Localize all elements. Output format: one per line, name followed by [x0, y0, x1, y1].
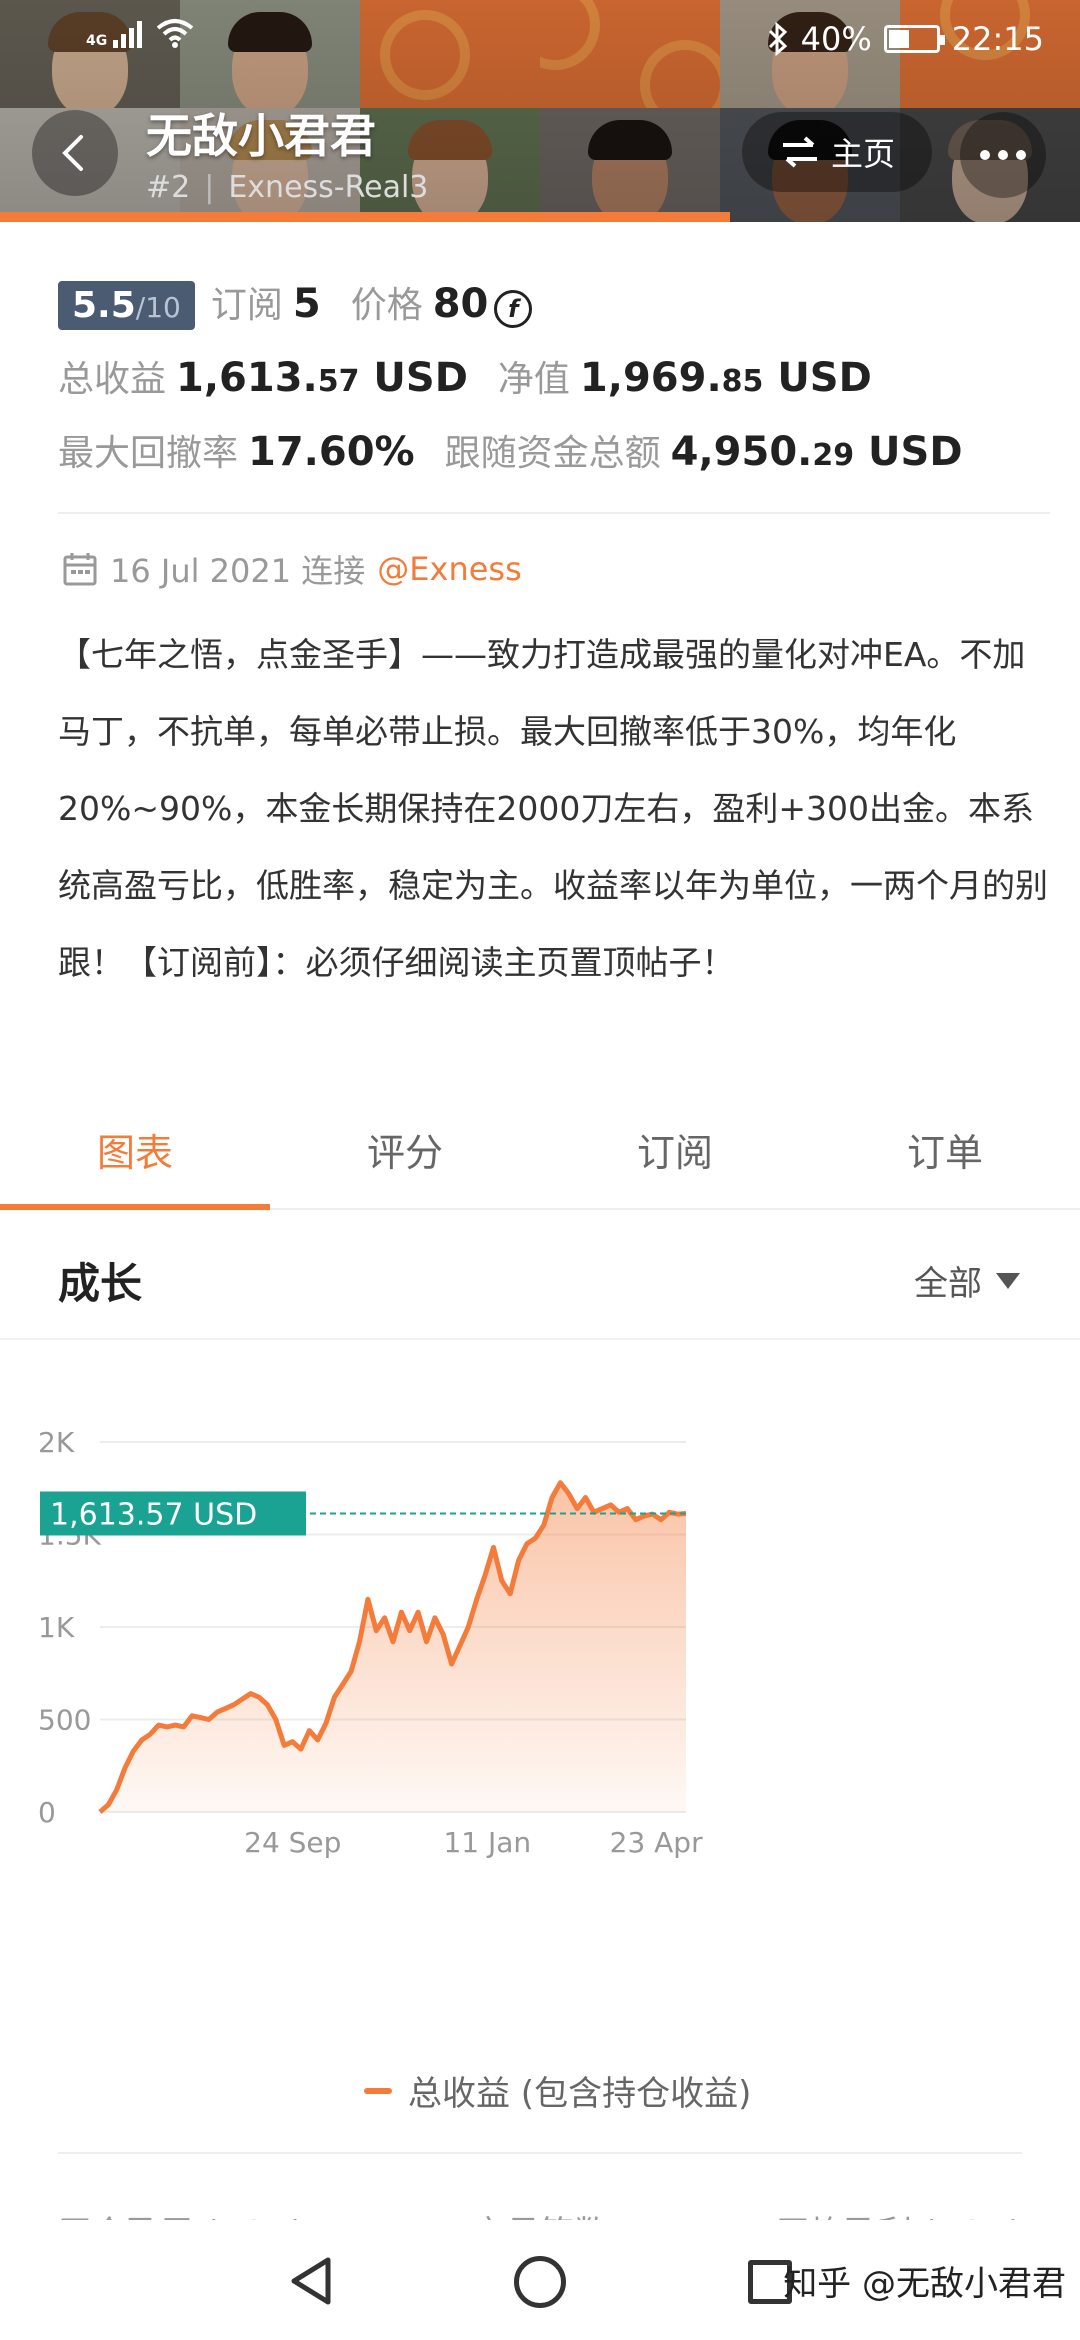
- divider: [58, 512, 1050, 514]
- clock: 22:15: [951, 20, 1044, 58]
- signal-icon: [113, 18, 143, 48]
- price-value: 80: [432, 281, 489, 327]
- equity-value: 1,969.85 USD: [579, 355, 872, 401]
- subscribe-label: 订阅: [210, 285, 283, 326]
- network-type: 4G: [86, 33, 108, 49]
- y-tick-label: 500: [38, 1704, 91, 1737]
- follow-funds-value: 4,950.29 USD: [670, 429, 963, 475]
- total-profit-label: 总收益: [58, 359, 167, 400]
- profile-header: 4G 40% 22:15 无敌小君君 #2 | Exness-Real3 主页: [0, 0, 1080, 222]
- total-profit-value: 1,613.57 USD: [176, 355, 468, 401]
- legend-label: 总收益 (包含持仓收益): [408, 2074, 752, 2114]
- connect-date: 16 Jul 2021 连接: [110, 552, 366, 590]
- y-tick-label: 0: [38, 1796, 56, 1829]
- chevron-left-icon: [62, 135, 83, 171]
- drawdown-value: 17.60%: [248, 429, 415, 475]
- tab-subscribe[interactable]: 订阅: [540, 1112, 810, 1208]
- price-label: 价格: [350, 285, 423, 326]
- drawdown-label: 最大回撤率: [58, 433, 239, 474]
- dropdown-arrow-icon: [996, 1272, 1020, 1289]
- calendar-icon: [63, 553, 97, 586]
- growth-chart[interactable]: 05001K1.5K2K 24 Sep11 Jan23 Apr 1,613.57…: [0, 1360, 1080, 2060]
- current-value-label: 1,613.57 USD: [50, 1497, 257, 1532]
- tab-chart[interactable]: 图表: [0, 1112, 270, 1210]
- drawdown-row: 最大回撤率 17.60% 跟随资金总额 4,950.29 USD: [58, 424, 1048, 498]
- growth-chart-svg: 05001K1.5K2K 24 Sep11 Jan23 Apr 1,613.57…: [38, 1426, 703, 1859]
- nav-back-icon[interactable]: [288, 2256, 336, 2306]
- tab-bar: 图表 评分 订阅 订单: [0, 1112, 1080, 1210]
- tab-orders[interactable]: 订单: [810, 1112, 1080, 1208]
- subscribe-count: 5: [292, 281, 321, 327]
- range-value: 全部: [914, 1264, 982, 1304]
- header-accent-bar: [0, 212, 730, 222]
- x-tick-label: 11 Jan: [443, 1826, 531, 1859]
- swap-arrows-icon: [782, 136, 817, 168]
- stats-panel: 5.5 /10 订阅 5 价格 80 f 总收益 1,613.57 USD 净值…: [58, 276, 1048, 498]
- rating-badge: 5.5 /10: [58, 281, 195, 330]
- bluetooth-icon: [768, 22, 787, 56]
- watermark: 知乎 @无敌小君君: [783, 2264, 1066, 2304]
- account-label: Exness-Real3: [228, 170, 429, 205]
- connection-meta: 16 Jul 2021 连接 @Exness: [62, 546, 522, 592]
- profile-name: 无敌小君君: [146, 109, 376, 163]
- rating-row: 5.5 /10 订阅 5 价格 80 f: [58, 276, 1048, 350]
- more-options-button[interactable]: [960, 112, 1046, 198]
- back-button[interactable]: [32, 110, 118, 196]
- x-tick-label: 23 Apr: [610, 1826, 703, 1859]
- broker-link[interactable]: @Exness: [377, 550, 521, 588]
- chart-legend: 总收益 (包含持仓收益): [364, 2066, 751, 2115]
- section-title: 成长: [58, 1259, 143, 1308]
- range-dropdown[interactable]: 全部: [914, 1256, 1020, 1305]
- equity-label: 净值: [497, 359, 570, 400]
- system-nav-bar: 知乎 @无敌小君君: [0, 2220, 1080, 2340]
- strategy-description: 【七年之悟，点金圣手】——致力打造成最强的量化对冲EA。不加马丁，不抗单，每单必…: [58, 635, 1048, 982]
- battery-icon: [883, 25, 945, 53]
- wifi-icon: [156, 19, 194, 48]
- x-tick-label: 24 Sep: [244, 1826, 341, 1859]
- home-button-label: 主页: [830, 135, 895, 173]
- profit-row: 总收益 1,613.57 USD 净值 1,969.85 USD: [58, 350, 1048, 424]
- nav-home-icon[interactable]: [514, 2256, 566, 2308]
- y-tick-label: 2K: [38, 1426, 75, 1459]
- app-screen: 4G 40% 22:15 无敌小君君 #2 | Exness-Real3 主页 …: [0, 0, 1080, 2340]
- home-button[interactable]: 主页: [742, 112, 932, 192]
- legend-swatch: [364, 2087, 392, 2094]
- coin-icon: f: [494, 290, 533, 328]
- tab-rating[interactable]: 评分: [270, 1112, 540, 1208]
- follow-funds-label: 跟随资金总额: [444, 433, 661, 474]
- y-tick-label: 1K: [38, 1611, 75, 1644]
- profile-subtitle: #2 | Exness-Real3: [146, 170, 429, 205]
- rank-label: #2: [146, 170, 191, 205]
- status-bar: 4G 40% 22:15: [0, 0, 1080, 76]
- battery-percent: 40%: [800, 20, 872, 58]
- divider: [0, 1338, 1080, 1340]
- divider: [58, 2152, 1022, 2154]
